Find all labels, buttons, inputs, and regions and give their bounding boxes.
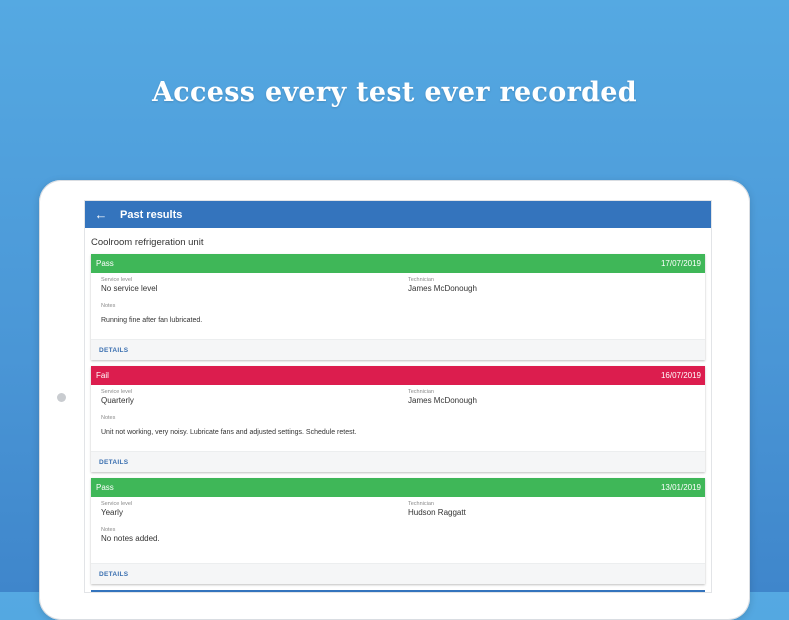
technician-label: Technician [408, 389, 434, 395]
notes-label: Notes [101, 527, 116, 533]
notes-value: Unit not working, very noisy. Lubricate … [101, 429, 357, 436]
result-status-bar: Pass 17/07/2019 [91, 254, 705, 273]
notes-value: Running fine after fan lubricated. [101, 317, 203, 324]
result-footer: DETAILS [91, 563, 705, 584]
service-level-field: Service level Yearly [101, 501, 132, 517]
app-bar: ← Past results [85, 201, 711, 228]
result-status: Fail [96, 371, 109, 380]
result-date: 17/07/2019 [660, 259, 701, 268]
service-level-label: Service level [101, 277, 133, 283]
technician-field: Technician James McDonough [408, 277, 477, 293]
service-level-label: Service level [101, 501, 133, 507]
result-footer: DETAILS [91, 339, 705, 360]
service-level-field: Service level Quarterly [101, 389, 134, 405]
technician-value: Hudson Raggatt [408, 508, 466, 517]
technician-value: James McDonough [408, 284, 477, 293]
result-status-bar: Pass 13/01/2019 [91, 478, 705, 497]
service-level-label: Service level [101, 389, 133, 395]
result-footer: DETAILS [91, 451, 705, 472]
notes-field: Notes Unit not working, very noisy. Lubr… [101, 415, 357, 436]
result-card: Pass 13/01/2019 Service level Yearly Tec… [91, 478, 705, 584]
technician-field: Technician Hudson Raggatt [408, 501, 466, 517]
result-body: Service level Yearly Technician Hudson R… [91, 497, 705, 563]
service-level-field: Service level No service level [101, 277, 157, 293]
result-body: Service level Quarterly Technician James… [91, 385, 705, 451]
headline: Access every test ever recorded [152, 77, 637, 108]
details-button[interactable]: DETAILS [99, 347, 128, 354]
service-level-value: Quarterly [101, 396, 134, 405]
technician-value: James McDonough [408, 396, 477, 405]
result-card: Fail 16/07/2019 Service level Quarterly … [91, 366, 705, 472]
result-status-bar: Fail 16/07/2019 [91, 366, 705, 385]
service-level-value: Yearly [101, 508, 123, 517]
technician-label: Technician [408, 277, 434, 283]
notes-field: Notes No notes added. [101, 527, 160, 543]
unit-title: Coolroom refrigeration unit [91, 237, 204, 248]
details-button[interactable]: DETAILS [99, 571, 128, 578]
result-card: Pass 17/07/2019 Service level No service… [91, 254, 705, 360]
notes-label: Notes [101, 303, 116, 309]
result-date: 16/07/2019 [660, 371, 701, 380]
notes-label: Notes [101, 415, 116, 421]
result-date: 13/01/2019 [660, 483, 701, 492]
notes-value: No notes added. [101, 534, 160, 543]
result-status: Pass [96, 483, 114, 492]
app-bar-title: Past results [120, 208, 183, 221]
app-screen: ← Past results Coolroom refrigeration un… [85, 201, 711, 592]
arrow-left-icon[interactable]: ← [94, 208, 108, 222]
service-level-value: No service level [101, 284, 158, 293]
result-status: Pass [96, 259, 114, 268]
technician-field: Technician James McDonough [408, 389, 477, 405]
tablet-home-button [57, 393, 66, 402]
details-button[interactable]: DETAILS [99, 459, 128, 466]
technician-label: Technician [408, 501, 434, 507]
result-body: Service level No service level Technicia… [91, 273, 705, 339]
notes-field: Notes Running fine after fan lubricated. [101, 303, 202, 324]
